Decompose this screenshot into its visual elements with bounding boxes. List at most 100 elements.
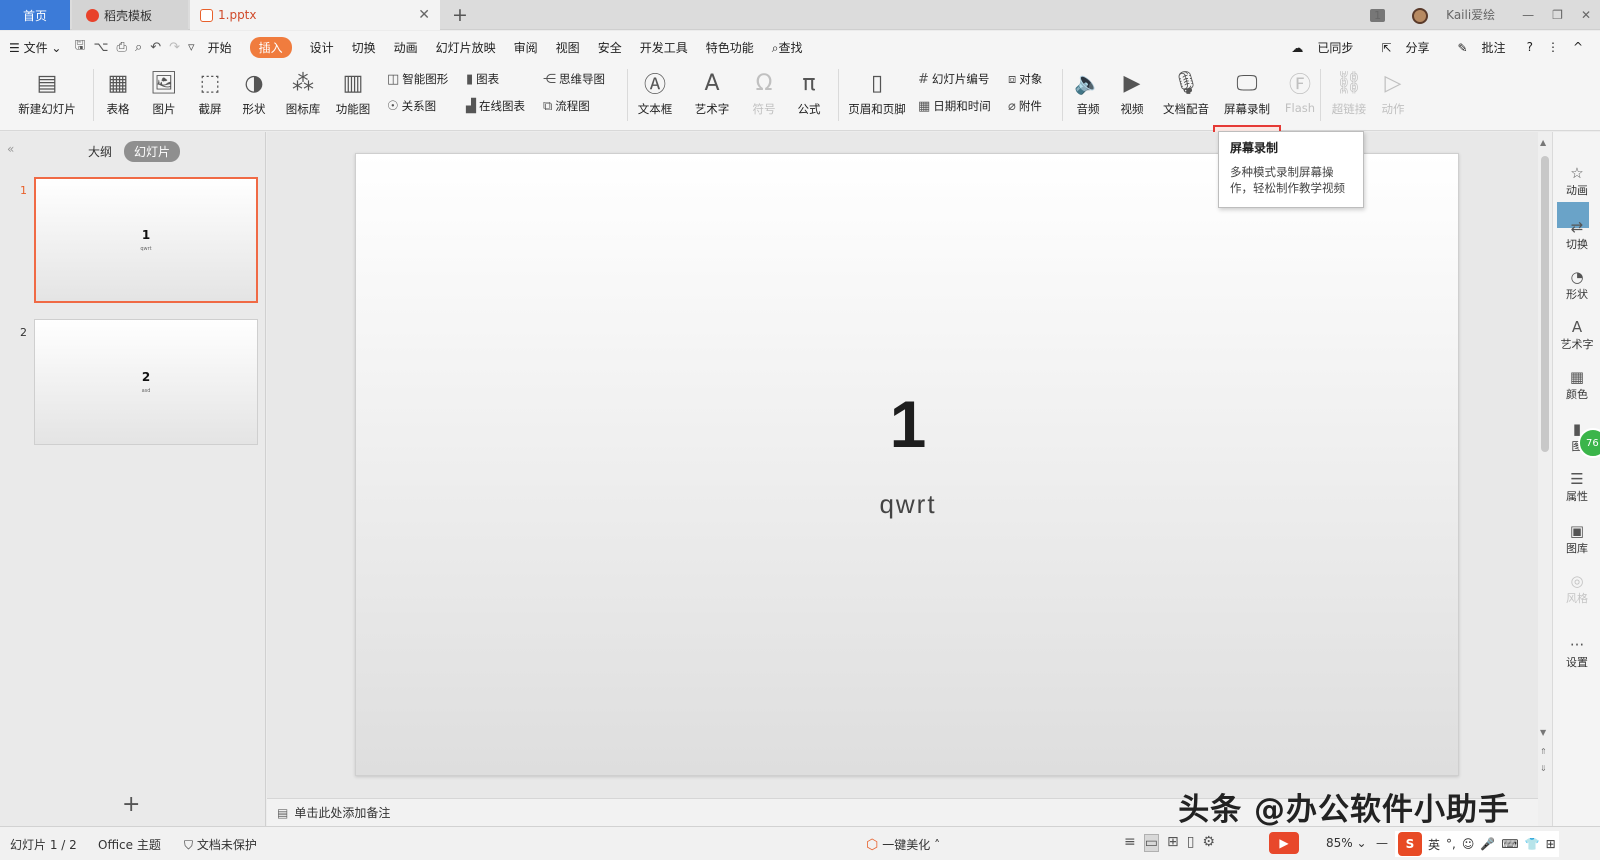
slide-thumbnail-2[interactable]: 2 asd	[34, 319, 258, 445]
slide-sorter-icon[interactable]: ⊞	[1167, 834, 1179, 852]
symbol-button[interactable]: Ω 符号	[747, 67, 781, 125]
minimize-icon[interactable]: —	[1522, 8, 1534, 22]
window-close-icon[interactable]: ✕	[1581, 8, 1591, 22]
scroll-down-icon[interactable]: ▼	[1540, 728, 1546, 737]
prev-slide-icon[interactable]: ⇑	[1540, 747, 1547, 756]
reading-view-icon[interactable]: ▯	[1187, 834, 1195, 852]
ime-punct-icon[interactable]: °,	[1446, 837, 1456, 851]
sogou-ime-icon[interactable]: S	[1398, 832, 1422, 856]
beautify-button[interactable]: ⬡ 一键美化 ˄	[866, 836, 940, 853]
help-icon[interactable]: ?	[1527, 40, 1533, 54]
zoom-level[interactable]: 85% ⌄	[1326, 836, 1367, 850]
sidebar-properties[interactable]: ☰ 属性	[1553, 470, 1600, 504]
share-button[interactable]: ⇱ 分享	[1374, 39, 1436, 56]
header-footer-button[interactable]: ▯ 页眉和页脚	[846, 67, 908, 125]
slideshow-play-button[interactable]: ▶	[1269, 832, 1299, 854]
more-icon[interactable]: ⋮	[1547, 40, 1559, 54]
menu-animation[interactable]: 动画	[394, 39, 418, 56]
search-menu[interactable]: ⌕查找	[772, 39, 803, 56]
add-slide-icon[interactable]: +	[122, 792, 140, 817]
save-icon[interactable]: 🖫	[74, 36, 85, 58]
tab-home[interactable]: 首页	[0, 0, 70, 30]
icon-library-button[interactable]: ⁂ 图标库	[283, 67, 323, 125]
scroll-up-icon[interactable]: ▲	[1540, 138, 1546, 147]
user-account[interactable]: Kaili爱绘	[1403, 6, 1504, 24]
sidebar-style[interactable]: ◎ 风格	[1553, 572, 1600, 606]
menu-special[interactable]: 特色功能	[706, 39, 754, 56]
menu-security[interactable]: 安全	[598, 39, 622, 56]
input-method-bar[interactable]: S 英 °, ☺ 🎤 ⌨ 👕 ⊞	[1395, 831, 1559, 857]
sidebar-shape[interactable]: ◔ 形状	[1553, 268, 1600, 302]
notes-bar[interactable]: ▤ 单击此处添加备注 头条 @办公软件小助手	[267, 795, 1538, 826]
ime-keyboard-icon[interactable]: ⌨	[1501, 837, 1518, 851]
sidebar-gallery[interactable]: ▣ 图库	[1553, 522, 1600, 556]
file-menu[interactable]: ☰ 文件 ⌄	[9, 39, 61, 56]
ime-tools-icon[interactable]: ⊞	[1546, 837, 1556, 851]
menu-design[interactable]: 设计	[310, 39, 334, 56]
formula-button[interactable]: π 公式	[792, 67, 826, 125]
tab-slides[interactable]: 幻灯片	[124, 141, 181, 162]
slide-editor[interactable]: 1 qwrt	[355, 153, 1459, 776]
ime-voice-icon[interactable]: 🎤	[1480, 837, 1495, 851]
menu-home[interactable]: 开始	[208, 39, 232, 56]
menu-developer[interactable]: 开发工具	[640, 39, 688, 56]
menu-insert[interactable]: 插入	[249, 36, 292, 58]
tab-daoke-templates[interactable]: 稻壳模板	[72, 0, 188, 30]
ime-language[interactable]: 英	[1428, 836, 1440, 853]
sidebar-wordart[interactable]: A 艺术字	[1553, 318, 1600, 352]
audio-button[interactable]: 🔈 音频	[1068, 67, 1108, 125]
date-time-button[interactable]: ▦ 日期和时间	[918, 98, 991, 114]
sync-status[interactable]: ☁ 已同步	[1284, 39, 1360, 56]
normal-view-icon[interactable]: ▭	[1143, 834, 1159, 852]
sidebar-transition[interactable]: ⇄ 切换	[1553, 218, 1600, 252]
presenter-icon[interactable]: ⚙	[1202, 834, 1215, 852]
format-painter-icon[interactable]: ⌥	[94, 40, 109, 55]
print-icon[interactable]: ⎙	[117, 40, 127, 55]
hyperlink-button[interactable]: ⛓ 超链接	[1326, 67, 1372, 125]
comment-button[interactable]: ✎ 批注	[1450, 39, 1512, 56]
textbox-button[interactable]: Ⓐ 文本框	[632, 67, 678, 125]
attachment-button[interactable]: ⌀ 附件	[1008, 98, 1042, 114]
object-button[interactable]: ⧈ 对象	[1008, 71, 1042, 87]
mindmap-button[interactable]: ⋲ 思维导图	[543, 71, 605, 87]
close-icon[interactable]: ✕	[418, 7, 430, 23]
protect-status[interactable]: ⛉ 文档未保护	[184, 836, 257, 853]
scrollbar-thumb[interactable]	[1541, 156, 1549, 452]
ime-skin-icon[interactable]: 👕	[1525, 837, 1540, 851]
new-slide-button[interactable]: ▤ 新建幻灯片	[10, 67, 84, 125]
ime-emoji-icon[interactable]: ☺	[1462, 837, 1475, 851]
plus-icon[interactable]: +	[452, 4, 468, 26]
action-button[interactable]: ▷ 动作	[1376, 67, 1410, 125]
tab-outline[interactable]: 大纲	[88, 143, 112, 160]
menu-view[interactable]: 视图	[556, 39, 580, 56]
next-slide-icon[interactable]: ⇓	[1540, 764, 1547, 773]
sidebar-color[interactable]: ▦ 颜色	[1553, 368, 1600, 402]
undo-icon[interactable]: ↶	[150, 40, 161, 55]
window-count-badge[interactable]: 1	[1370, 8, 1386, 22]
collapse-panel-icon[interactable]: «	[7, 142, 14, 156]
menu-review[interactable]: 审阅	[514, 39, 538, 56]
speed-badge[interactable]: 76	[1578, 428, 1600, 458]
screen-record-button[interactable]: 🖵 屏幕录制	[1214, 67, 1280, 125]
slide-thumbnail-1[interactable]: 1 qwrt	[34, 177, 258, 303]
doc-voice-button[interactable]: 🎙 文档配音	[1160, 67, 1212, 125]
relation-chart-button[interactable]: ☉ 关系图	[387, 98, 436, 114]
vertical-scrollbar[interactable]: ▲ ▼ ⇑ ⇓	[1538, 132, 1552, 826]
online-chart-button[interactable]: ▟ 在线图表	[466, 98, 525, 114]
chart-button[interactable]: ▮ 图表	[466, 71, 499, 87]
video-button[interactable]: ▶ 视频	[1112, 67, 1152, 125]
smart-art-button[interactable]: ◫ 智能图形	[387, 71, 448, 87]
collapse-ribbon-icon[interactable]: ^	[1573, 40, 1583, 54]
function-chart-button[interactable]: ▥ 功能图	[330, 67, 376, 125]
slide-title[interactable]: 1	[356, 386, 1460, 462]
zoom-out-icon[interactable]: —	[1376, 836, 1388, 850]
theme-name[interactable]: Office 主题	[98, 836, 161, 853]
print-preview-icon[interactable]: ⌕	[135, 40, 142, 55]
redo-icon[interactable]: ↷	[169, 40, 180, 55]
menu-transitions[interactable]: 切换	[352, 39, 376, 56]
sidebar-animation[interactable]: ☆ 动画	[1553, 164, 1600, 198]
flash-button[interactable]: Ⓕ Flash	[1280, 67, 1320, 125]
screenshot-button[interactable]: ⬚ 截屏	[192, 67, 228, 125]
restore-icon[interactable]: ❐	[1552, 8, 1563, 22]
notes-toggle-icon[interactable]: ≡	[1124, 834, 1136, 852]
